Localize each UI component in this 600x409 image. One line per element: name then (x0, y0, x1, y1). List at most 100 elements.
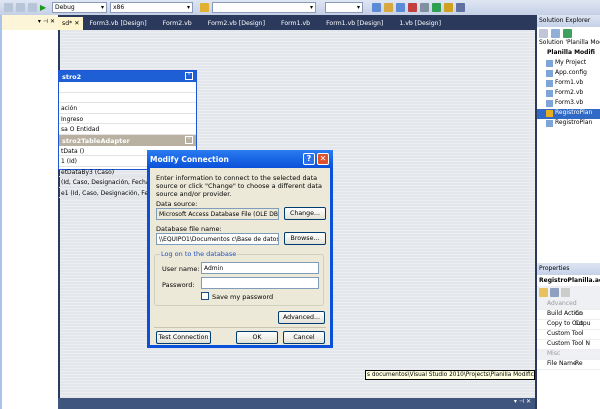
command-window-icon[interactable] (456, 3, 465, 12)
solution-explorer-toolbar (537, 27, 600, 39)
property-pages-icon[interactable] (561, 288, 570, 297)
redo-icon[interactable] (16, 3, 25, 12)
start-page-icon[interactable] (444, 3, 453, 12)
solution-explorer-icon[interactable] (372, 3, 381, 12)
alphabetical-icon[interactable] (550, 288, 559, 297)
folder-icon[interactable] (539, 29, 548, 38)
password-input[interactable] (201, 277, 319, 289)
tab-dataset[interactable]: sd* ✕ (58, 17, 84, 30)
bottom-panel-header[interactable]: ▾ ⊣ ✕ (58, 398, 535, 409)
left-tool-panel (0, 15, 58, 409)
toolbar: ▶ Debug x86 (0, 0, 600, 15)
tab-form2-design[interactable]: Form2.vb [Design] (202, 20, 275, 30)
datatable-title: stro2 (62, 73, 82, 81)
column-row[interactable] (59, 93, 196, 103)
dialog-titlebar[interactable]: Modify Connection ? ✕ (147, 150, 333, 168)
column-row[interactable]: sa O Entidad (59, 124, 196, 135)
db-file-input[interactable]: \\EQUIPO1\Documentos c\Base de datos\Re (156, 233, 279, 245)
item-label: My Project (555, 59, 587, 66)
property-row[interactable]: Copy to Outpu Co (537, 320, 600, 330)
path-tooltip: s documentos\Visual Studio 2010\Projects… (365, 370, 535, 380)
data-source-label: Data source: (156, 200, 198, 208)
column-row[interactable]: Ingreso (59, 114, 196, 124)
refresh-icon[interactable] (563, 29, 572, 38)
adapter-title: stro2TableAdapter (62, 136, 130, 145)
item-label: Form1.vb (555, 79, 584, 86)
close-button[interactable]: ✕ (317, 153, 329, 165)
tree-item[interactable]: RegistroPlan (537, 119, 600, 129)
tree-item[interactable]: Form3.vb (537, 99, 600, 109)
tools-icon[interactable] (420, 3, 429, 12)
category-advanced[interactable]: Advanced (537, 300, 600, 310)
form-icon (546, 90, 553, 97)
datatable-header[interactable]: stro2 ⌃ (59, 71, 196, 82)
solution-node[interactable]: Solution 'Planilla Modif (537, 39, 600, 49)
properties-toolbar (537, 286, 600, 300)
tab-form3-design[interactable]: Form3.vb [Design] (83, 20, 156, 30)
show-all-icon[interactable] (551, 29, 560, 38)
undo-icon[interactable] (4, 3, 13, 12)
project-node[interactable]: Planilla Modifi (537, 49, 600, 59)
tab-form1[interactable]: Form1.vb (275, 20, 320, 30)
tab-form1-design[interactable]: Form1.vb [Design] (320, 20, 393, 30)
property-row[interactable]: File Name Re (537, 360, 600, 370)
config-icon (546, 70, 553, 77)
tree-item-selected[interactable]: RegistroPlan (537, 109, 600, 119)
property-row[interactable]: Custom Tool N (537, 340, 600, 350)
tab-label: sd* (62, 20, 73, 27)
cancel-button[interactable]: Cancel (283, 331, 325, 344)
document-tabs: sd* ✕ Form3.vb [Design] Form2.vb Form2.v… (58, 15, 535, 30)
help-button[interactable]: ? (303, 153, 315, 165)
property-value: Co (575, 310, 583, 317)
find-icon[interactable] (200, 3, 209, 12)
collapse-icon[interactable]: ⌃ (185, 135, 193, 144)
platform-combo[interactable]: x86 (110, 2, 193, 13)
tab-form2[interactable]: Form2.vb (157, 20, 202, 30)
save-password-label[interactable]: Save my password (212, 293, 273, 301)
user-name-input[interactable]: Admin (201, 262, 319, 274)
save-password-checkbox[interactable] (201, 292, 209, 300)
categorized-icon[interactable] (539, 288, 548, 297)
project-icon (546, 60, 553, 67)
advanced-button[interactable]: Advanced... (278, 311, 325, 324)
column-row[interactable] (59, 82, 196, 93)
form-icon (546, 100, 553, 107)
tree-item[interactable]: Form1.vb (537, 79, 600, 89)
logon-group-label: Log on to the database (160, 250, 238, 258)
collapse-icon[interactable]: ⌃ (185, 72, 193, 80)
secondary-combo[interactable] (325, 2, 363, 13)
database-icon (546, 110, 553, 117)
properties-icon[interactable] (384, 3, 393, 12)
test-connection-button[interactable]: Test Connection (156, 331, 211, 344)
start-debug-icon[interactable]: ▶ (40, 3, 49, 12)
extension-icon[interactable] (432, 3, 441, 12)
navigate-icon[interactable] (28, 3, 37, 12)
browse-button[interactable]: Browse... (284, 232, 326, 245)
category-label: Advanced (547, 300, 577, 307)
password-label: Password: (162, 281, 195, 289)
property-row[interactable]: Build Action Co (537, 310, 600, 320)
tab-design[interactable]: 1.vb [Design] (393, 20, 451, 30)
change-button[interactable]: Change... (284, 207, 326, 220)
category-misc[interactable]: Misc (537, 350, 600, 360)
left-panel-header[interactable]: ▾ ⊣ ✕ (2, 15, 58, 30)
adapter-header[interactable]: stro2TableAdapter ⌃ (59, 134, 196, 146)
dialog-title: Modify Connection (150, 155, 229, 164)
tree-item[interactable]: My Project (537, 59, 600, 69)
column-row[interactable]: ación (59, 103, 196, 114)
modify-connection-dialog: Modify Connection ? ✕ Enter information … (147, 150, 333, 348)
divider (154, 327, 326, 328)
item-label: Form3.vb (555, 99, 584, 106)
ok-button[interactable]: OK (236, 331, 278, 344)
config-combo[interactable]: Debug (52, 2, 107, 13)
close-icon[interactable]: ✕ (74, 20, 79, 27)
toolbox-icon[interactable] (408, 3, 417, 12)
properties-object[interactable]: RegistroPlanilla.ac (537, 275, 600, 286)
object-browser-icon[interactable] (396, 3, 405, 12)
property-row[interactable]: Custom Tool (537, 330, 600, 340)
property-name: Custom Tool (547, 330, 584, 337)
tree-item[interactable]: Form2.vb (537, 89, 600, 99)
find-combo[interactable] (212, 2, 316, 13)
property-name: File Name (547, 360, 577, 367)
tree-item[interactable]: App.config (537, 69, 600, 79)
